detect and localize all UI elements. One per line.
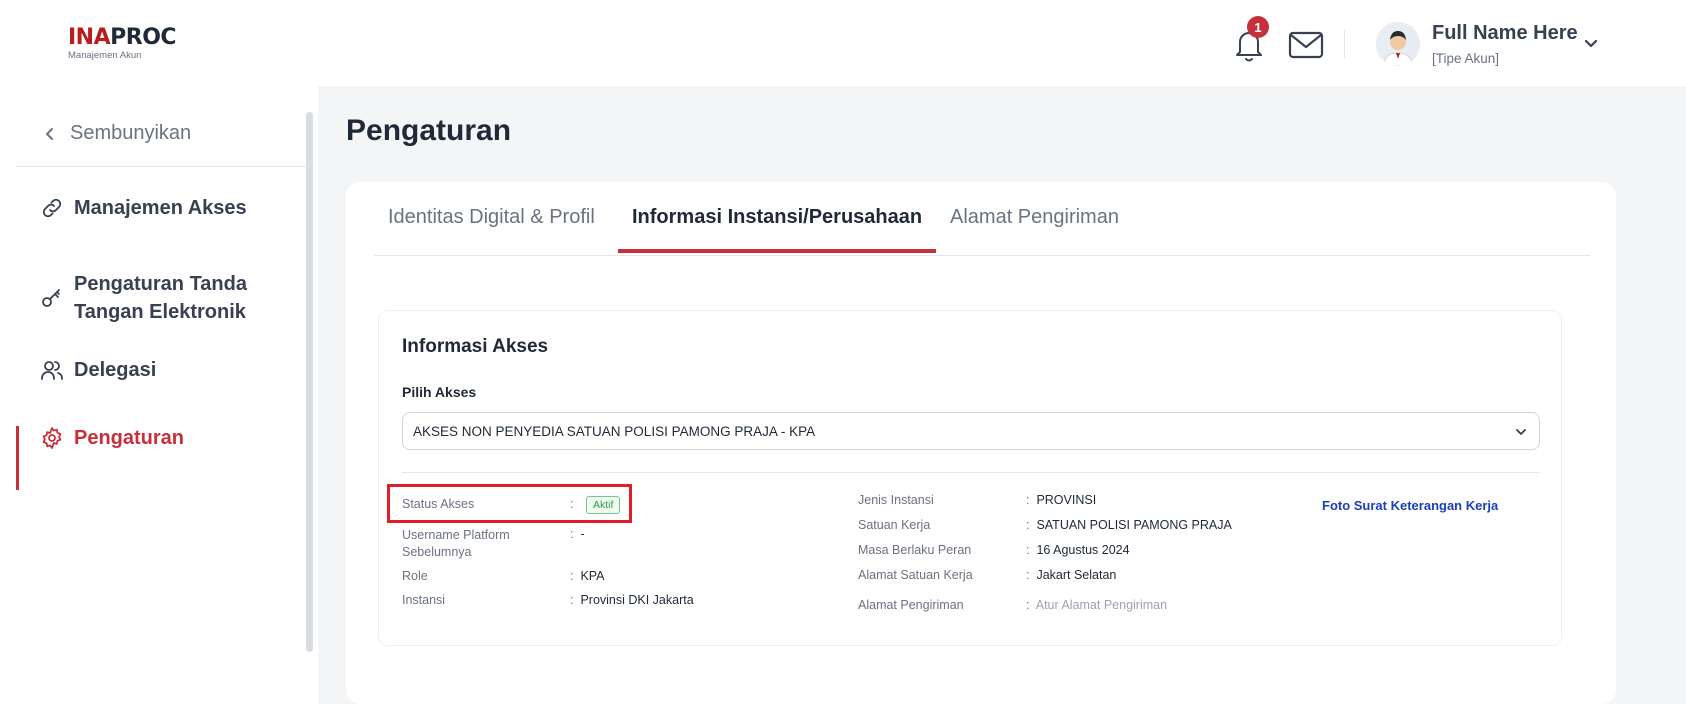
sidebar: Sembunyikan Manajemen Akses Pengaturan T… bbox=[0, 86, 318, 704]
access-select-value: AKSES NON PENYEDIA SATUAN POLISI PAMONG … bbox=[413, 424, 816, 439]
instansi-value-row: : Provinsi DKI Jakarta bbox=[570, 593, 694, 607]
role-label-row: Role bbox=[402, 569, 428, 583]
alamat-satker-value-row: : Jakart Selatan bbox=[1026, 568, 1116, 582]
jenis-instansi-value: PROVINSI bbox=[1036, 493, 1097, 507]
app-logo[interactable]: INAPROC Manajemen Akun bbox=[68, 25, 177, 62]
tab-informasi-instansi[interactable]: Informasi Instansi/Perusahaan bbox=[618, 206, 937, 253]
instansi-label-row: Instansi bbox=[402, 593, 445, 607]
instansi-value: Provinsi DKI Jakarta bbox=[580, 593, 694, 607]
chevron-down-icon bbox=[1516, 429, 1526, 435]
separator: : bbox=[1026, 543, 1030, 557]
gear-icon bbox=[42, 427, 62, 449]
section-title: Informasi Akses bbox=[402, 336, 549, 357]
separator: : bbox=[570, 497, 574, 511]
jenis-instansi-value-row: : PROVINSI bbox=[1026, 493, 1096, 507]
role-value-row: : KPA bbox=[570, 569, 605, 583]
separator: : bbox=[570, 527, 574, 541]
username-label-line2: Sebelumnya bbox=[402, 545, 472, 559]
satuan-kerja-value-row: : SATUAN POLISI PAMONG PRAJA bbox=[1026, 518, 1232, 532]
sidebar-item-label: Delegasi bbox=[74, 359, 157, 381]
foto-surat-keterangan-kerja-link[interactable]: Foto Surat Keterangan Kerja bbox=[1322, 498, 1498, 513]
status-akses-row: Status Akses bbox=[402, 497, 474, 511]
separator: : bbox=[1026, 598, 1030, 612]
sidebar-item-delegasi[interactable]: Delegasi bbox=[40, 356, 156, 384]
username-row: Username Platform Sebelumnya bbox=[402, 527, 510, 561]
sidebar-item-pengaturan-tanda-tangan[interactable]: Pengaturan Tanda Tangan Elektronik bbox=[40, 270, 247, 326]
user-avatar-icon bbox=[1376, 22, 1420, 66]
panel-divider bbox=[402, 472, 1540, 473]
access-select[interactable]: AKSES NON PENYEDIA SATUAN POLISI PAMONG … bbox=[402, 412, 1540, 450]
sidebar-collapse-button[interactable]: Sembunyikan bbox=[44, 122, 191, 145]
separator: : bbox=[1026, 493, 1030, 507]
username-label-line1: Username Platform bbox=[402, 528, 510, 542]
sidebar-item-pengaturan[interactable]: Pengaturan bbox=[40, 424, 184, 452]
sidebar-divider bbox=[16, 166, 310, 167]
alamat-satker-label: Alamat Satuan Kerja bbox=[858, 568, 973, 582]
logo-text-proc: PROC bbox=[110, 25, 177, 50]
key-icon bbox=[42, 289, 60, 307]
info-access-panel bbox=[378, 310, 1562, 646]
satuan-kerja-value: SATUAN POLISI PAMONG PRAJA bbox=[1036, 518, 1232, 532]
masa-berlaku-value: 16 Agustus 2024 bbox=[1036, 543, 1130, 557]
notification-badge: 1 bbox=[1247, 16, 1269, 38]
chevron-left-icon bbox=[46, 127, 53, 140]
user-type: [Tipe Akun] bbox=[1432, 51, 1500, 66]
mail-icon[interactable] bbox=[1288, 30, 1324, 60]
masa-berlaku-label: Masa Berlaku Peran bbox=[858, 543, 972, 557]
avatar[interactable] bbox=[1376, 22, 1420, 66]
satuan-kerja-label: Satuan Kerja bbox=[858, 518, 931, 532]
link-icon bbox=[42, 198, 62, 218]
masa-berlaku-label-row: Masa Berlaku Peran bbox=[858, 543, 971, 557]
sidebar-active-indicator bbox=[16, 426, 19, 490]
satuan-kerja-label-row: Satuan Kerja bbox=[858, 518, 930, 532]
status-badge: Aktif bbox=[586, 496, 621, 514]
sidebar-item-manajemen-akses[interactable]: Manajemen Akses bbox=[40, 194, 247, 222]
sidebar-item-label-line2: Tangan Elektronik bbox=[74, 301, 246, 323]
role-value: KPA bbox=[580, 569, 605, 583]
username-value: - bbox=[580, 527, 585, 541]
alamat-satker-label-row: Alamat Satuan Kerja bbox=[858, 568, 973, 582]
username-value-row: : - bbox=[570, 527, 585, 541]
instansi-label: Instansi bbox=[402, 593, 446, 607]
tab-bar: Identitas Digital & Profil Informasi Ins… bbox=[374, 190, 1590, 256]
tab-identitas-digital[interactable]: Identitas Digital & Profil bbox=[374, 206, 609, 249]
logo-text-ina: INA bbox=[68, 25, 111, 50]
sidebar-item-label: Pengaturan bbox=[74, 427, 185, 449]
atur-alamat-pengiriman-link[interactable]: Atur Alamat Pengiriman bbox=[1036, 598, 1167, 612]
select-label: Pilih Akses bbox=[402, 384, 477, 400]
masa-berlaku-value-row: : 16 Agustus 2024 bbox=[1026, 543, 1130, 557]
sidebar-item-label-line1: Pengaturan Tanda bbox=[74, 273, 247, 295]
alamat-pengiriman-value-row: : Atur Alamat Pengiriman bbox=[1026, 598, 1167, 612]
chevron-down-icon[interactable] bbox=[1582, 34, 1600, 52]
separator: : bbox=[570, 569, 574, 583]
tab-alamat-pengiriman[interactable]: Alamat Pengiriman bbox=[936, 206, 1133, 249]
top-bar: INAPROC Manajemen Akun 1 Full Name Here … bbox=[0, 0, 1686, 86]
user-name[interactable]: Full Name Here bbox=[1432, 22, 1578, 45]
topbar-divider bbox=[1344, 30, 1345, 58]
page-title: Pengaturan bbox=[346, 114, 512, 147]
jenis-instansi-label: Jenis Instansi bbox=[858, 493, 934, 507]
role-label: Role bbox=[402, 569, 428, 583]
jenis-instansi-label-row: Jenis Instansi bbox=[858, 493, 934, 507]
sidebar-scrollbar[interactable] bbox=[306, 112, 313, 652]
separator: : bbox=[1026, 518, 1030, 532]
separator: : bbox=[570, 593, 574, 607]
status-akses-label: Status Akses bbox=[402, 497, 475, 511]
users-icon bbox=[41, 361, 63, 380]
logo-subtitle: Manajemen Akun bbox=[68, 50, 142, 61]
sidebar-collapse-label: Sembunyikan bbox=[70, 122, 192, 144]
separator: : bbox=[1026, 568, 1030, 582]
alamat-satker-value: Jakart Selatan bbox=[1036, 568, 1117, 582]
alamat-pengiriman-label: Alamat Pengiriman bbox=[858, 598, 964, 612]
alamat-pengiriman-label-row: Alamat Pengiriman bbox=[858, 598, 964, 612]
sidebar-item-label: Manajemen Akses bbox=[74, 197, 247, 219]
